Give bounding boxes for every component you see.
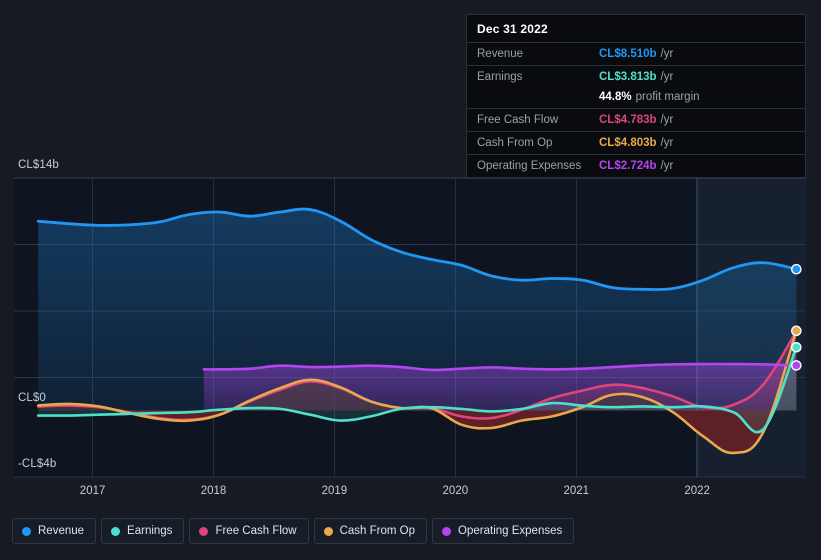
tooltip-row-label: Revenue bbox=[477, 48, 524, 60]
legend-color-dot bbox=[442, 526, 452, 536]
legend-item-revenue[interactable]: Revenue bbox=[12, 518, 97, 544]
chart-tooltip: Dec 31 2022 Revenue CL$8.510b/yr Earnings C… bbox=[466, 14, 806, 178]
tooltip-row-subtext: profit margin bbox=[635, 91, 700, 103]
legend-color-dot bbox=[22, 526, 31, 536]
tooltip-row-revenue: Revenue CL$8.510b/yr bbox=[467, 42, 805, 65]
tooltip-row-unit: /yr bbox=[660, 137, 674, 149]
legend-item-free-cash-flow[interactable]: Free Cash Flow bbox=[189, 518, 309, 544]
tooltip-rows: Revenue CL$8.510b/yr Earnings CL$3.813b/yr 4… bbox=[467, 42, 805, 177]
tooltip-row-value: CL$8.510b bbox=[599, 48, 657, 60]
tooltip-row-profit-margin: 44.8% profit margin bbox=[467, 88, 805, 108]
legend-item-label: Revenue bbox=[38, 525, 85, 537]
tooltip-row-earnings: Earnings CL$3.813b/yr bbox=[467, 65, 805, 88]
tooltip-row-cash-from-op: Cash From Op CL$4.803b/yr bbox=[467, 131, 805, 154]
tooltip-row-unit: /yr bbox=[660, 48, 674, 60]
x-axis-tick-2020: 2020 bbox=[442, 485, 469, 497]
tooltip-row-label: Free Cash Flow bbox=[477, 114, 559, 126]
chart-page: CL$14b CL$0 -CL$4b 2017 2018 2019 2020 2021 2… bbox=[0, 0, 821, 560]
tooltip-row-value: CL$2.724b bbox=[599, 160, 657, 172]
y-axis-label-max: CL$14b bbox=[18, 159, 59, 171]
tooltip-row-value: CL$3.813b bbox=[599, 71, 657, 83]
x-axis-tick-2021: 2021 bbox=[563, 485, 590, 497]
legend-item-earnings[interactable]: Earnings bbox=[101, 518, 185, 544]
tooltip-row-label: Operating Expenses bbox=[477, 160, 582, 172]
legend-item-label: Free Cash Flow bbox=[215, 525, 297, 537]
tooltip-row-free-cash-flow: Free Cash Flow CL$4.783b/yr bbox=[467, 108, 805, 131]
legend-item-operating-expenses[interactable]: Operating Expenses bbox=[432, 518, 575, 544]
x-axis-tick-2018: 2018 bbox=[200, 485, 227, 497]
legend-color-dot bbox=[323, 526, 333, 536]
legend-item-label: Operating Expenses bbox=[458, 525, 563, 537]
tooltip-row-unit: /yr bbox=[660, 114, 674, 126]
chart-legend: Revenue Earnings Free Cash Flow Cash From O… bbox=[12, 518, 575, 544]
legend-color-dot bbox=[111, 526, 121, 536]
x-axis-tick-2019: 2019 bbox=[321, 485, 348, 497]
tooltip-row-unit: /yr bbox=[660, 71, 674, 83]
legend-item-label: Cash From Op bbox=[339, 525, 416, 537]
legend-item-cash-from-op[interactable]: Cash From Op bbox=[313, 518, 428, 544]
tooltip-row-label: Earnings bbox=[477, 71, 523, 83]
tooltip-row-label: Cash From Op bbox=[477, 137, 553, 149]
tooltip-row-value: CL$4.783b bbox=[599, 114, 657, 126]
legend-color-dot bbox=[199, 526, 209, 536]
tooltip-row-operating-expenses: Operating Expenses CL$2.724b/yr bbox=[467, 154, 805, 177]
tooltip-row-value: CL$4.803b bbox=[599, 137, 657, 149]
tooltip-date: Dec 31 2022 bbox=[477, 22, 548, 36]
legend-item-label: Earnings bbox=[127, 525, 173, 537]
tooltip-row-value: 44.8% bbox=[599, 91, 632, 103]
x-axis-tick-2017: 2017 bbox=[79, 485, 106, 497]
x-axis-tick-2022: 2022 bbox=[684, 485, 710, 497]
y-axis-label-min: -CL$4b bbox=[18, 458, 57, 470]
tooltip-row-unit: /yr bbox=[660, 160, 674, 172]
y-axis-label-zero: CL$0 bbox=[18, 392, 46, 404]
